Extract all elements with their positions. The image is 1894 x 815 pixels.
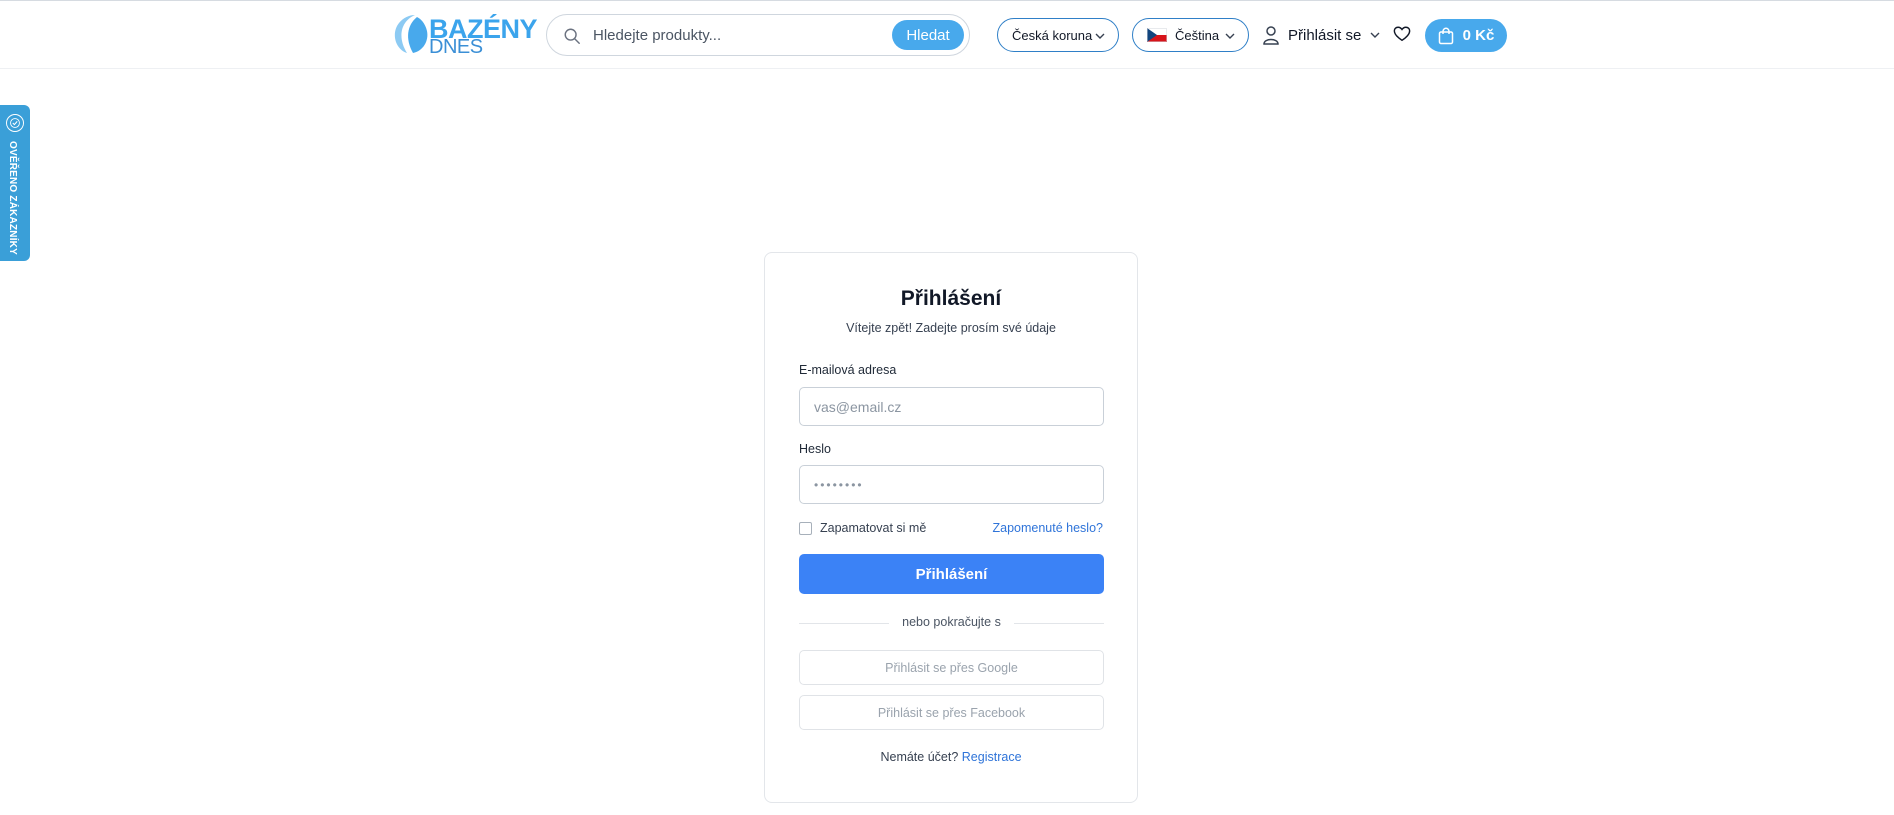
login-subtitle: Vítejte zpět! Zadejte prosím své údaje	[846, 321, 1056, 335]
cart-button[interactable]: 0 Kč	[1425, 19, 1507, 52]
signup-prompt: Nemáte účet? Registrace	[765, 750, 1137, 764]
password-label: Heslo	[799, 442, 831, 456]
language-label: Čeština	[1175, 27, 1220, 43]
signup-prompt-text: Nemáte účet?	[880, 750, 959, 764]
account-menu[interactable]: Přihlásit se	[1262, 23, 1381, 47]
search-input[interactable]	[587, 15, 887, 55]
shopping-bag-icon	[1438, 26, 1453, 44]
account-label: Přihlásit se	[1288, 26, 1362, 44]
logo-text-secondary: DNES	[429, 36, 483, 58]
logo[interactable]: BAZÉNY DNES	[393, 13, 538, 58]
register-link[interactable]: Registrace	[962, 750, 1022, 764]
email-label: E-mailová adresa	[799, 363, 897, 377]
currency-selector[interactable]: Česká koruna	[997, 18, 1119, 52]
remember-label: Zapamatovat si mě	[820, 521, 927, 535]
language-selector[interactable]: Čeština	[1132, 18, 1249, 52]
password-field[interactable]	[799, 465, 1104, 504]
verified-badge-icon	[6, 114, 24, 132]
chevron-down-icon	[1370, 32, 1380, 38]
forgot-password-link[interactable]: Zapomenuté heslo?	[993, 521, 1104, 535]
or-divider: nebo pokračujte s	[799, 615, 1104, 631]
google-login-button[interactable]: Přihlásit se přes Google	[799, 650, 1104, 685]
site-header: BAZÉNY DNES Hledat Česká koruna Čeština	[0, 1, 1894, 69]
divider-text: nebo pokračujte s	[902, 615, 1001, 629]
user-icon	[1263, 26, 1279, 45]
cart-total: 0 Kč	[1462, 27, 1495, 44]
czech-flag-icon	[1147, 28, 1167, 42]
chevron-down-icon	[1095, 33, 1105, 39]
search-icon	[564, 28, 580, 44]
currency-label: Česká koruna	[1012, 27, 1093, 43]
email-field[interactable]	[799, 387, 1104, 426]
remember-me[interactable]: Zapamatovat si mě	[799, 521, 926, 535]
heart-icon[interactable]	[1393, 25, 1411, 43]
remember-checkbox[interactable]	[799, 521, 812, 535]
search-bar: Hledat	[546, 14, 970, 56]
login-submit-button[interactable]: Přihlášení	[799, 554, 1104, 594]
facebook-login-button[interactable]: Přihlásit se přes Facebook	[799, 695, 1104, 730]
verified-customers-label: OVĚŘENO ZÁKAZNÍKY	[7, 141, 18, 255]
verified-customers-tab[interactable]: OVĚŘENO ZÁKAZNÍKY	[0, 105, 30, 261]
search-button[interactable]: Hledat	[892, 20, 964, 50]
pool-logo-icon	[394, 15, 428, 53]
login-card: Přihlášení Vítejte zpět! Zadejte prosím …	[764, 252, 1138, 803]
divider-line-right	[1014, 623, 1104, 624]
page-title: Přihlášení	[900, 287, 1002, 310]
chevron-down-icon	[1225, 33, 1235, 39]
